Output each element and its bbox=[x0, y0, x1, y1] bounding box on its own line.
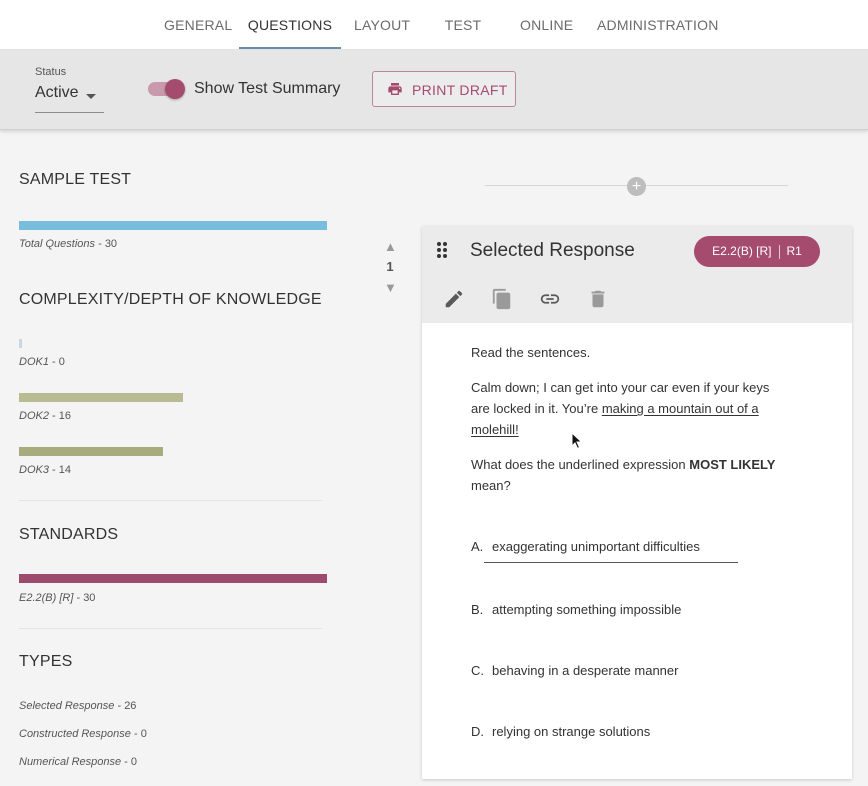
total-questions-caption: Total Questions - 30 bbox=[19, 238, 118, 250]
chevron-down-icon bbox=[86, 94, 96, 99]
standards-bar bbox=[19, 574, 327, 583]
standard-code: E2.2(B) [R] bbox=[712, 244, 772, 258]
standards-caption: E2.2(B) [R] - 30 bbox=[19, 592, 96, 604]
print-draft-label: PRINT DRAFT bbox=[412, 82, 508, 98]
standard-badge[interactable]: E2.2(B) [R] R1 bbox=[694, 236, 820, 267]
arrow-down-icon[interactable]: ▼ bbox=[384, 281, 397, 294]
choice-c[interactable]: C. behaving in a desperate manner bbox=[471, 663, 678, 678]
tab-layout[interactable]: LAYOUT bbox=[354, 0, 410, 50]
tab-online[interactable]: ONLINE bbox=[520, 0, 573, 50]
status-value: Active bbox=[35, 84, 79, 101]
question-card-header: Selected Response E2.2(B) [R] R1 bbox=[422, 226, 852, 323]
show-summary-label: Show Test Summary bbox=[194, 80, 341, 97]
type-selected-caption: Selected Response - 26 bbox=[19, 700, 137, 712]
correct-answer-underline bbox=[484, 562, 738, 563]
delete-icon[interactable] bbox=[587, 288, 609, 310]
type-numerical-caption: Numerical Response - 0 bbox=[19, 756, 138, 768]
total-questions-bar bbox=[19, 221, 327, 230]
question-order-number: 1 bbox=[386, 259, 394, 274]
dok1-bar bbox=[19, 339, 22, 348]
dok3-caption: DOK3 - 14 bbox=[19, 464, 71, 476]
dok2-bar bbox=[19, 393, 183, 402]
complexity-title: COMPLEXITY/DEPTH OF KNOWLEDGE bbox=[19, 291, 322, 308]
status-select[interactable]: Active bbox=[35, 84, 104, 113]
tab-administration[interactable]: ADMINISTRATION bbox=[597, 0, 718, 50]
types-title: TYPES bbox=[19, 653, 73, 670]
link-icon[interactable] bbox=[539, 288, 561, 310]
plus-icon[interactable]: + bbox=[627, 177, 646, 196]
question-type-title: Selected Response bbox=[470, 240, 635, 261]
tab-questions[interactable]: QUESTIONS bbox=[239, 0, 341, 50]
print-icon bbox=[388, 83, 402, 95]
print-draft-button[interactable]: PRINT DRAFT bbox=[372, 71, 516, 107]
dok2-caption: DOK2 - 16 bbox=[19, 410, 71, 422]
tab-test-key[interactable]: TEST KEY bbox=[432, 0, 494, 83]
choice-d[interactable]: D. relying on strange solutions bbox=[471, 724, 650, 739]
arrow-up-icon[interactable]: ▲ bbox=[384, 240, 397, 253]
question-prompt: What does the underlined expression MOST… bbox=[471, 457, 776, 493]
type-constructed-caption: Constructed Response - 0 bbox=[19, 728, 147, 740]
reporting-code: R1 bbox=[786, 244, 802, 258]
status-label: Status bbox=[35, 66, 67, 78]
dok3-bar bbox=[19, 447, 163, 456]
choice-b[interactable]: B. attempting something impossible bbox=[471, 602, 681, 617]
toggle-thumb[interactable] bbox=[165, 79, 185, 99]
choice-a[interactable]: A. exaggerating unimportant difficulties bbox=[471, 539, 700, 554]
mouse-cursor-icon bbox=[571, 432, 583, 450]
tab-general[interactable]: GENERAL bbox=[164, 0, 232, 50]
standards-title: STANDARDS bbox=[19, 526, 119, 543]
dok1-caption: DOK1 - 0 bbox=[19, 356, 65, 368]
section-divider bbox=[19, 500, 322, 501]
question-card: Selected Response E2.2(B) [R] R1 bbox=[422, 226, 852, 779]
copy-icon[interactable] bbox=[491, 288, 513, 310]
edit-icon[interactable] bbox=[443, 288, 465, 310]
top-nav: GENERAL QUESTIONS LAYOUT TEST KEY ONLINE… bbox=[0, 0, 868, 83]
question-intro: Read the sentences. bbox=[471, 345, 591, 360]
drag-handle-icon[interactable] bbox=[436, 241, 448, 259]
test-title: SAMPLE TEST bbox=[19, 171, 132, 188]
section-divider bbox=[19, 628, 322, 629]
question-passage: Calm down; I can get into your car even … bbox=[471, 380, 770, 437]
